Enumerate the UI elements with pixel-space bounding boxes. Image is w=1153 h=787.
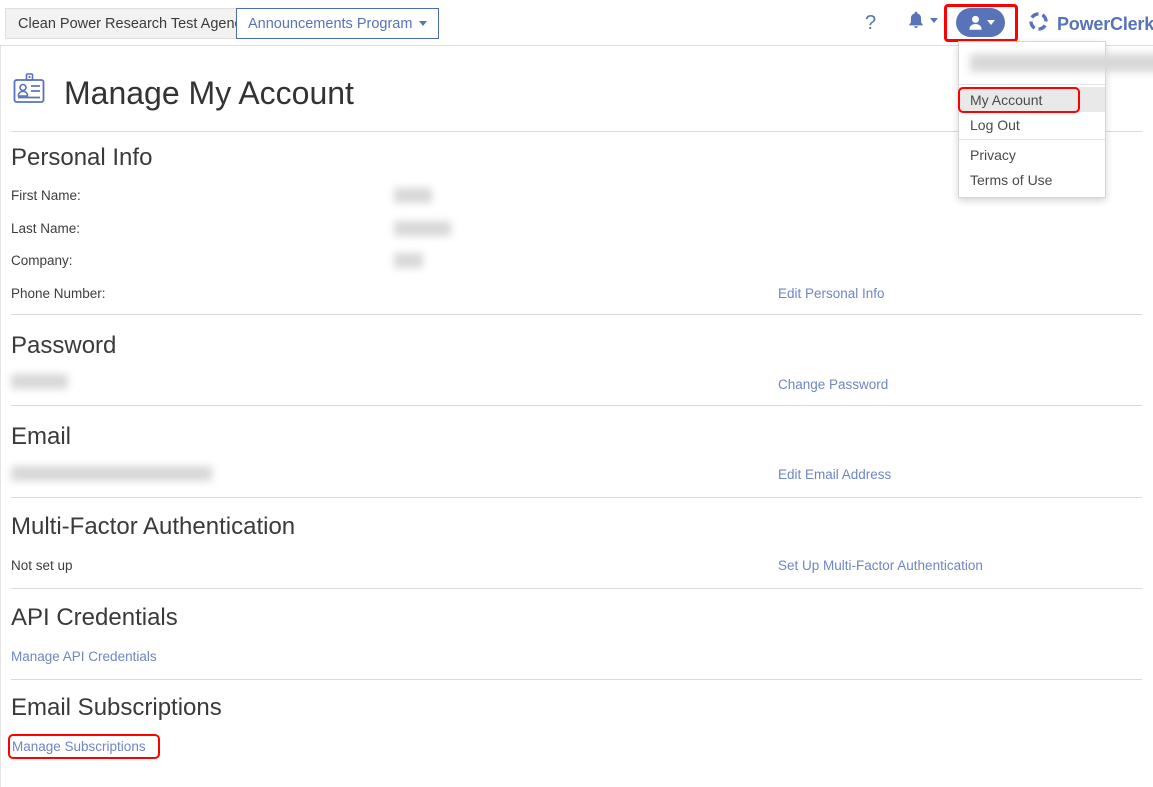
page-title-row: Manage My Account (11, 72, 354, 113)
section-heading-mfa: Multi-Factor Authentication (11, 513, 296, 540)
menu-divider (959, 139, 1105, 140)
menu-item-label: My Account (970, 91, 1043, 108)
chevron-down-icon (419, 21, 428, 26)
page-left-border (0, 0, 1, 787)
value-email-address: █████████████████████ (11, 466, 212, 481)
change-password-link[interactable]: Change Password (778, 377, 888, 392)
value-first-name: ████ (394, 188, 433, 203)
menu-item-log-out[interactable]: Log Out (959, 112, 1105, 137)
program-name-label: Announcements Program (248, 15, 413, 32)
account-email-redacted: █████████████████ (970, 54, 1153, 72)
help-button[interactable]: ? (865, 13, 876, 33)
value-last-name: ██████ (394, 221, 452, 236)
edit-email-address-link[interactable]: Edit Email Address (778, 467, 891, 482)
edit-personal-info-link[interactable]: Edit Personal Info (778, 286, 885, 301)
label-first-name: First Name: (11, 188, 81, 203)
chevron-down-icon (930, 18, 938, 23)
mfa-status-text: Not set up (11, 558, 73, 573)
section-heading-api-credentials: API Credentials (11, 604, 178, 631)
powerclerk-mark-icon (1027, 10, 1050, 38)
manage-api-credentials-link[interactable]: Manage API Credentials (11, 649, 157, 664)
menu-divider (959, 84, 1105, 85)
value-password-masked: ██████ (11, 374, 69, 389)
manage-subscriptions-link[interactable]: Manage Subscriptions (12, 739, 146, 754)
label-company: Company: (11, 253, 73, 268)
menu-item-terms-of-use[interactable]: Terms of Use (959, 167, 1105, 192)
agency-name-tab: Clean Power Research Test Agency (5, 8, 262, 39)
menu-item-label: Terms of Use (970, 171, 1053, 188)
menu-item-label: Privacy (970, 146, 1016, 163)
section-divider (11, 314, 1142, 315)
setup-mfa-link[interactable]: Set Up Multi-Factor Authentication (778, 558, 983, 573)
value-company: ███ (394, 253, 423, 268)
section-heading-email-subscriptions: Email Subscriptions (11, 694, 222, 721)
user-account-button-highlight (944, 4, 1018, 42)
section-heading-password: Password (11, 332, 117, 359)
dropdown-account-email: █████████████████ (959, 44, 1153, 82)
page-title: Manage My Account (64, 74, 354, 111)
section-divider (11, 497, 1142, 498)
user-account-dropdown-menu: █████████████████ My Account Log Out Pri… (958, 41, 1153, 198)
menu-item-my-account[interactable]: My Account (959, 87, 1105, 112)
section-divider (11, 588, 1142, 589)
powerclerk-logo[interactable]: PowerClerk® (1027, 10, 1153, 38)
section-divider (11, 405, 1142, 406)
notifications-button[interactable] (908, 11, 938, 30)
section-heading-personal-info: Personal Info (11, 144, 153, 171)
label-phone-number: Phone Number: (11, 286, 106, 301)
menu-item-label: Log Out (970, 116, 1020, 133)
id-badge-icon (11, 72, 47, 113)
program-selector-tab[interactable]: Announcements Program (236, 8, 440, 39)
bell-icon (908, 11, 924, 30)
section-divider (11, 679, 1142, 680)
label-last-name: Last Name: (11, 221, 81, 236)
help-icon: ? (865, 12, 877, 34)
brand-name-label: PowerClerk® (1057, 13, 1153, 34)
agency-name-label: Clean Power Research Test Agency (18, 15, 250, 32)
section-heading-email: Email (11, 423, 72, 450)
menu-item-privacy[interactable]: Privacy (959, 142, 1105, 167)
